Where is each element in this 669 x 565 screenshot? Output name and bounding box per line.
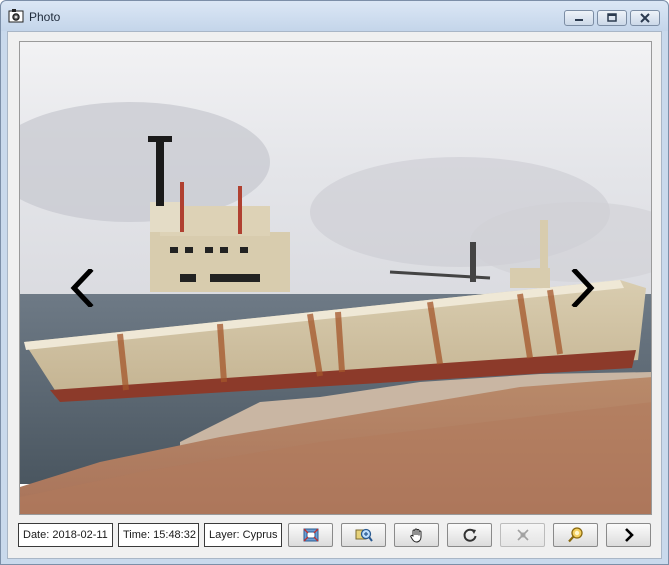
locate-icon bbox=[567, 527, 583, 543]
remove-icon bbox=[516, 529, 529, 541]
maximize-icon bbox=[607, 13, 617, 22]
layer-field: Layer: Cyprus bbox=[204, 523, 282, 547]
remove-button[interactable] bbox=[500, 523, 545, 547]
rotate-icon bbox=[463, 528, 476, 542]
ship-photo bbox=[20, 42, 651, 514]
status-toolbar: Date: 2018-02-11 Time: 15:48:32 Layer: C… bbox=[18, 523, 658, 547]
minimize-icon bbox=[575, 19, 583, 21]
previous-photo-button[interactable] bbox=[68, 268, 96, 308]
zoom-in-button[interactable] bbox=[341, 523, 386, 547]
window-title: Photo bbox=[29, 10, 61, 24]
pan-hand-icon bbox=[409, 528, 421, 543]
close-button[interactable] bbox=[630, 10, 660, 26]
zoom-extent-button[interactable] bbox=[288, 523, 333, 547]
minimize-button[interactable] bbox=[564, 10, 594, 26]
date-field: Date: 2018-02-11 bbox=[18, 523, 113, 547]
photo-panel: Date: 2018-02-11 Time: 15:48:32 Layer: C… bbox=[7, 31, 662, 559]
locate-button[interactable] bbox=[553, 523, 598, 547]
chevron-right-icon bbox=[571, 269, 595, 307]
zoom-in-icon bbox=[355, 528, 373, 542]
pan-button[interactable] bbox=[394, 523, 439, 547]
time-field: Time: 15:48:32 bbox=[118, 523, 199, 547]
next-photo-button[interactable] bbox=[569, 268, 597, 308]
close-icon bbox=[640, 13, 650, 23]
chevron-left-icon bbox=[70, 269, 94, 307]
zoom-extent-icon bbox=[303, 528, 318, 542]
maximize-button[interactable] bbox=[597, 10, 627, 26]
title-bar[interactable]: Photo bbox=[1, 1, 668, 31]
next-arrow-icon bbox=[624, 528, 634, 542]
rotate-button[interactable] bbox=[447, 523, 492, 547]
photo-window: Photo Date: 2018-02-11 Time: 15:48:32 La… bbox=[0, 0, 669, 565]
photo-viewer[interactable] bbox=[19, 41, 652, 515]
next-button[interactable] bbox=[606, 523, 651, 547]
photo-app-icon bbox=[8, 9, 24, 23]
